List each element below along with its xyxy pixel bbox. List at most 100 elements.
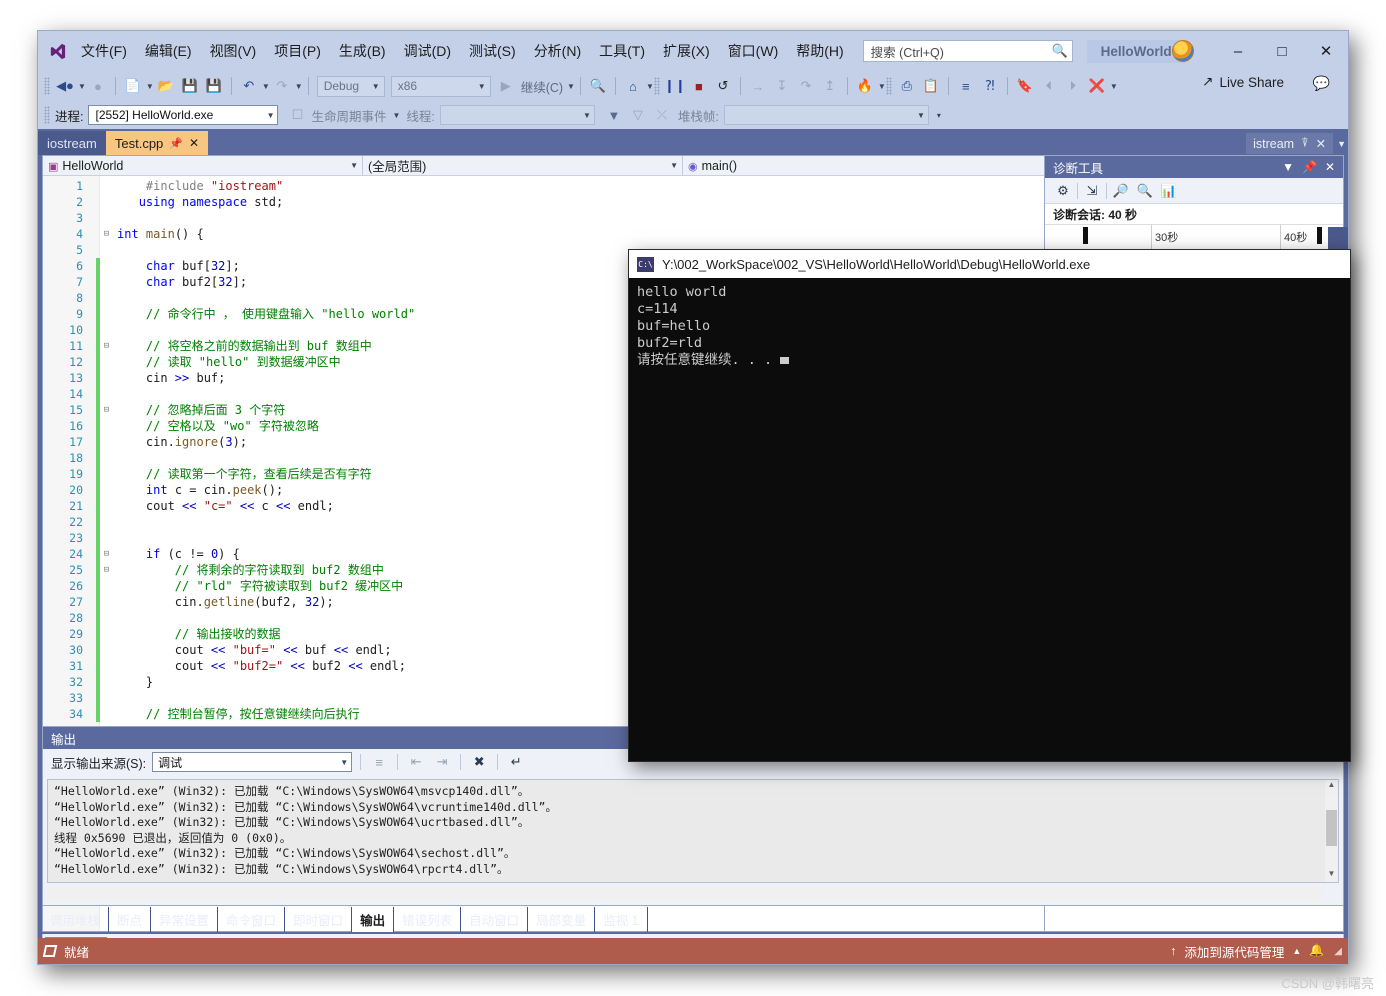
chevron-down-icon[interactable]: ▼ <box>295 82 303 91</box>
close-button[interactable]: ✕ <box>1304 31 1348 71</box>
export-icon[interactable]: ⇲ <box>1082 183 1102 199</box>
fold-toggle[interactable]: ⊟ <box>100 338 113 354</box>
filter-icon[interactable]: ▼ <box>603 104 625 126</box>
play-icon[interactable]: ▶ <box>495 75 517 97</box>
fold-toggle[interactable]: ⊟ <box>100 402 113 418</box>
prev-bookmark-icon[interactable]: ⏴ <box>1038 75 1060 97</box>
navigate-forward-icon[interactable]: ● <box>87 75 109 97</box>
float-icon[interactable]: ⍒ <box>1301 136 1309 151</box>
bottom-tab-call-stack[interactable]: 调用堆栈 <box>42 906 110 932</box>
menu-item-edit[interactable]: 编辑(E) <box>136 37 201 65</box>
menu-item-window[interactable]: 窗口(W) <box>719 37 788 65</box>
toolbar-grip[interactable] <box>885 77 892 95</box>
output-horizontal-scrollbar[interactable] <box>48 887 1324 900</box>
nav-scope-dropdown[interactable]: (全局范围) ▼ <box>363 156 683 175</box>
menu-item-tools[interactable]: 工具(T) <box>590 37 654 65</box>
toolbar-overflow-icon[interactable]: ▾ <box>937 111 941 120</box>
pause-icon[interactable]: ❙❙ <box>664 75 686 97</box>
go-previous-icon[interactable]: ⇤ <box>406 754 426 770</box>
chevron-down-icon[interactable]: ▼ <box>1337 139 1346 149</box>
chevron-down-icon[interactable]: ▼ <box>146 82 154 91</box>
minimize-button[interactable]: – <box>1216 31 1260 71</box>
bottom-tab-locals[interactable]: 局部变量 <box>528 906 596 932</box>
copy-layout-icon[interactable]: 📋 <box>920 75 942 97</box>
bottom-tab-command-window[interactable]: 命令窗口 <box>218 906 286 932</box>
menu-item-view[interactable]: 视图(V) <box>201 37 266 65</box>
close-icon[interactable]: ✕ <box>1321 160 1339 174</box>
step-over-icon[interactable]: ↷ <box>795 75 817 97</box>
chevron-down-icon[interactable]: ▼ <box>262 82 270 91</box>
help-list-icon[interactable]: ⁈ <box>979 75 1001 97</box>
lifecycle-events-label[interactable]: 生命周期事件 <box>311 106 386 125</box>
bookmark-icon[interactable]: 🔖 <box>1014 75 1036 97</box>
output-vertical-scrollbar[interactable]: ▲ ▼ <box>1325 780 1338 882</box>
configuration-dropdown[interactable]: Debug ▼ <box>316 75 385 97</box>
redo-icon[interactable]: ↷ <box>271 75 293 97</box>
platform-dropdown[interactable]: x86 ▼ <box>390 75 491 97</box>
tab-testcpp[interactable]: Test.cpp 📌 ✕ <box>105 131 209 155</box>
clear-output-icon[interactable]: ✖ <box>469 754 489 770</box>
console-window[interactable]: C:\ Y:\002_WorkSpace\002_VS\HelloWorld\H… <box>628 249 1351 762</box>
live-share-button[interactable]: ↗ Live Share <box>1202 74 1284 90</box>
pin-icon[interactable]: 📌 <box>1298 160 1321 174</box>
maximize-button[interactable]: □ <box>1260 31 1304 71</box>
chevron-down-icon[interactable]: ▼ <box>878 82 886 91</box>
output-source-dropdown[interactable]: 调试 ▼ <box>152 752 353 772</box>
toolbar-grip[interactable] <box>44 106 50 124</box>
scroll-down-icon[interactable]: ▼ <box>1325 869 1338 882</box>
open-file-icon[interactable]: 📂 <box>155 75 177 97</box>
search-input[interactable]: 搜索 (Ctrl+Q) 🔍 <box>862 40 1073 62</box>
close-icon[interactable]: ✕ <box>1316 136 1326 151</box>
save-icon[interactable]: 💾 <box>179 75 201 97</box>
bottom-tab-autos[interactable]: 自动窗口 <box>461 906 529 932</box>
lifecycle-events-icon[interactable]: ☐ <box>286 104 308 126</box>
gear-icon[interactable]: ⚙ <box>1053 183 1073 199</box>
menu-item-project[interactable]: 项目(P) <box>265 37 330 65</box>
bottom-tab-output[interactable]: 输出 <box>352 906 395 932</box>
bottom-tab-error-list[interactable]: 错误列表 <box>394 906 462 932</box>
source-control-label[interactable]: 添加到源代码管理 <box>1184 942 1284 961</box>
menu-item-test[interactable]: 测试(S) <box>460 37 525 65</box>
chevron-down-icon[interactable]: ▼ <box>393 111 401 120</box>
bottom-tab-watch-1[interactable]: 监视 1 <box>595 906 648 932</box>
resize-grip-icon[interactable]: ◢ <box>1334 946 1342 957</box>
step-out-icon[interactable]: ↥ <box>819 75 841 97</box>
menu-item-file[interactable]: 文件(F) <box>72 37 136 65</box>
menu-item-help[interactable]: 帮助(H) <box>787 37 852 65</box>
step-into-icon[interactable]: ↧ <box>771 75 793 97</box>
toolbar-grip[interactable] <box>653 77 660 95</box>
chevron-down-icon[interactable]: ▼ <box>78 82 86 91</box>
fold-toggle[interactable]: ⊟ <box>100 546 113 562</box>
bottom-tab-immediate-window[interactable]: 即时窗口 <box>285 906 353 932</box>
filter-settings-icon[interactable]: ▽ <box>627 104 649 126</box>
save-all-icon[interactable]: 💾 <box>203 75 225 97</box>
find-message-icon[interactable]: ≡ <box>369 755 389 770</box>
chart-help-icon[interactable]: 📊 <box>1159 183 1179 199</box>
bottom-tab-breakpoints[interactable]: 断点 <box>109 906 152 932</box>
fold-toggle[interactable]: ⊟ <box>100 226 113 242</box>
show-next-statement-icon[interactable]: → <box>747 75 769 97</box>
undo-icon[interactable]: ↶ <box>238 75 260 97</box>
clear-bookmarks-icon[interactable]: ❌ <box>1086 75 1108 97</box>
chevron-down-icon[interactable]: ▼ <box>1278 160 1298 174</box>
menu-item-analyze[interactable]: 分析(N) <box>525 37 590 65</box>
fold-toggle[interactable]: ⊟ <box>100 562 113 578</box>
select-element-icon[interactable]: ⎙ <box>896 75 918 97</box>
zoom-out-icon[interactable]: 🔍 <box>1135 183 1155 199</box>
chevron-down-icon[interactable]: ▼ <box>1110 82 1118 91</box>
chevron-up-icon[interactable]: ▲ <box>1292 946 1301 956</box>
stop-icon[interactable]: ■ <box>688 75 710 97</box>
bottom-tab-exception-settings[interactable]: 异常设置 <box>151 906 219 932</box>
home-icon[interactable]: ⌂ <box>622 75 644 97</box>
flag-threads-icon[interactable]: ⤫ <box>651 104 673 126</box>
attach-process-icon[interactable]: 🔍 <box>587 75 609 97</box>
tab-iostream[interactable]: iostream <box>38 131 106 155</box>
navigate-back-icon[interactable]: ◀● <box>54 75 76 97</box>
continue-button-label[interactable]: 继续(C) <box>518 77 566 96</box>
output-text[interactable]: “HelloWorld.exe” (Win32): 已加载 “C:\Window… <box>47 779 1339 883</box>
indent-icon[interactable]: ≡ <box>955 75 977 97</box>
nav-project-dropdown[interactable]: ▣ HelloWorld ▼ <box>43 156 363 175</box>
toggle-word-wrap-icon[interactable]: ↵ <box>506 754 526 770</box>
zoom-in-icon[interactable]: 🔎 <box>1111 183 1131 199</box>
pin-icon[interactable]: 📌 <box>169 137 183 150</box>
